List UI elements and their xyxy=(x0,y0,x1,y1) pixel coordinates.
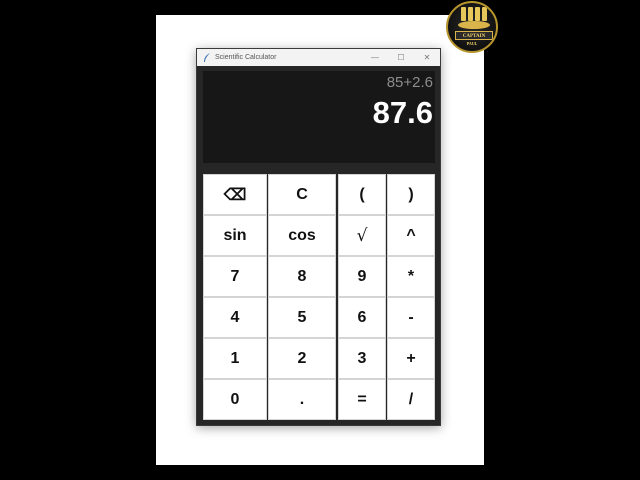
logo-ribbon: CAPTAIN xyxy=(455,31,493,40)
digit-7-key[interactable]: 7 xyxy=(203,256,267,297)
backspace-key[interactable]: ⌫ xyxy=(203,174,267,215)
multiply-key[interactable]: * xyxy=(387,256,435,297)
power-key[interactable]: ^ xyxy=(387,215,435,256)
clear-key[interactable]: C xyxy=(268,174,336,215)
logo-subtext: PAUL xyxy=(466,41,478,46)
digit-6-key[interactable]: 6 xyxy=(338,297,386,338)
result-readout: 87.6 xyxy=(372,95,433,130)
add-key[interactable]: + xyxy=(387,338,435,379)
sin-key[interactable]: sin xyxy=(203,215,267,256)
window-title: Scientific Calculator xyxy=(215,54,277,61)
digit-2-key[interactable]: 2 xyxy=(268,338,336,379)
channel-logo: CAPTAIN PAUL xyxy=(446,1,498,53)
calculator-window: Scientific Calculator — ☐ ✕ 85+2.6 87.6 … xyxy=(196,48,441,426)
minimize-button[interactable]: — xyxy=(362,49,388,66)
decimal-point-key[interactable]: . xyxy=(268,379,336,420)
close-paren-key[interactable]: ) xyxy=(387,174,435,215)
calculator-display: 85+2.6 87.6 xyxy=(203,71,435,163)
title-bar: Scientific Calculator — ☐ ✕ xyxy=(197,49,440,66)
digit-8-key[interactable]: 8 xyxy=(268,256,336,297)
close-button[interactable]: ✕ xyxy=(414,49,440,66)
subtract-key[interactable]: - xyxy=(387,297,435,338)
logo-bars xyxy=(461,7,487,21)
expression-readout: 85+2.6 xyxy=(386,74,433,91)
equals-key[interactable]: = xyxy=(338,379,386,420)
digit-9-key[interactable]: 9 xyxy=(338,256,386,297)
digit-0-key[interactable]: 0 xyxy=(203,379,267,420)
digit-1-key[interactable]: 1 xyxy=(203,338,267,379)
logo-wings-emblem xyxy=(458,21,490,29)
maximize-button[interactable]: ☐ xyxy=(388,49,414,66)
digit-4-key[interactable]: 4 xyxy=(203,297,267,338)
open-paren-key[interactable]: ( xyxy=(338,174,386,215)
digit-3-key[interactable]: 3 xyxy=(338,338,386,379)
feather-icon xyxy=(202,52,212,63)
sqrt-key[interactable]: √ xyxy=(338,215,386,256)
cos-key[interactable]: cos xyxy=(268,215,336,256)
keypad: ⌫ C ( ) sin cos √ ^ 7 8 9 * 4 5 6 - 1 2 … xyxy=(203,174,437,422)
digit-5-key[interactable]: 5 xyxy=(268,297,336,338)
divide-key[interactable]: / xyxy=(387,379,435,420)
